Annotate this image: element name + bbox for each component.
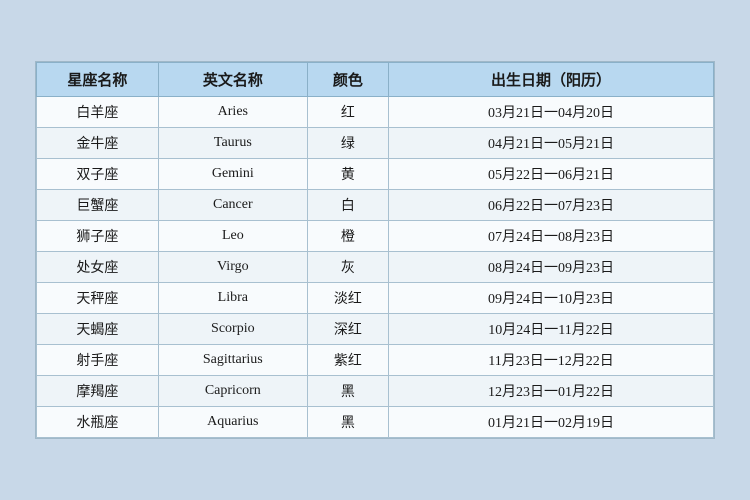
cell-color: 淡红 (307, 283, 388, 314)
table-row: 巨蟹座Cancer白06月22日一07月23日 (37, 190, 714, 221)
cell-chinese: 射手座 (37, 345, 159, 376)
cell-english: Aries (158, 97, 307, 128)
cell-chinese: 天秤座 (37, 283, 159, 314)
cell-date: 09月24日一10月23日 (389, 283, 714, 314)
header-chinese: 星座名称 (37, 63, 159, 97)
cell-color: 橙 (307, 221, 388, 252)
cell-english: Capricorn (158, 376, 307, 407)
cell-color: 红 (307, 97, 388, 128)
cell-date: 12月23日一01月22日 (389, 376, 714, 407)
table-row: 水瓶座Aquarius黑01月21日一02月19日 (37, 407, 714, 438)
cell-chinese: 水瓶座 (37, 407, 159, 438)
cell-english: Cancer (158, 190, 307, 221)
cell-chinese: 处女座 (37, 252, 159, 283)
cell-color: 黑 (307, 407, 388, 438)
cell-color: 紫红 (307, 345, 388, 376)
header-english: 英文名称 (158, 63, 307, 97)
cell-color: 绿 (307, 128, 388, 159)
table-row: 天蝎座Scorpio深红10月24日一11月22日 (37, 314, 714, 345)
table-row: 白羊座Aries红03月21日一04月20日 (37, 97, 714, 128)
table-row: 射手座Sagittarius紫红11月23日一12月22日 (37, 345, 714, 376)
cell-english: Leo (158, 221, 307, 252)
cell-date: 03月21日一04月20日 (389, 97, 714, 128)
zodiac-table-container: 星座名称 英文名称 颜色 出生日期（阳历） 白羊座Aries红03月21日一04… (35, 61, 715, 439)
cell-date: 04月21日一05月21日 (389, 128, 714, 159)
header-date: 出生日期（阳历） (389, 63, 714, 97)
cell-color: 黄 (307, 159, 388, 190)
cell-english: Aquarius (158, 407, 307, 438)
cell-date: 08月24日一09月23日 (389, 252, 714, 283)
cell-date: 11月23日一12月22日 (389, 345, 714, 376)
cell-chinese: 白羊座 (37, 97, 159, 128)
table-row: 狮子座Leo橙07月24日一08月23日 (37, 221, 714, 252)
cell-english: Gemini (158, 159, 307, 190)
cell-english: Libra (158, 283, 307, 314)
cell-date: 01月21日一02月19日 (389, 407, 714, 438)
zodiac-table: 星座名称 英文名称 颜色 出生日期（阳历） 白羊座Aries红03月21日一04… (36, 62, 714, 438)
cell-color: 灰 (307, 252, 388, 283)
cell-color: 深红 (307, 314, 388, 345)
cell-date: 10月24日一11月22日 (389, 314, 714, 345)
table-row: 处女座Virgo灰08月24日一09月23日 (37, 252, 714, 283)
table-row: 摩羯座Capricorn黑12月23日一01月22日 (37, 376, 714, 407)
cell-english: Sagittarius (158, 345, 307, 376)
cell-english: Scorpio (158, 314, 307, 345)
table-row: 双子座Gemini黄05月22日一06月21日 (37, 159, 714, 190)
cell-english: Taurus (158, 128, 307, 159)
cell-color: 黑 (307, 376, 388, 407)
cell-chinese: 巨蟹座 (37, 190, 159, 221)
table-body: 白羊座Aries红03月21日一04月20日金牛座Taurus绿04月21日一0… (37, 97, 714, 438)
cell-chinese: 摩羯座 (37, 376, 159, 407)
cell-date: 06月22日一07月23日 (389, 190, 714, 221)
cell-english: Virgo (158, 252, 307, 283)
header-color: 颜色 (307, 63, 388, 97)
table-header-row: 星座名称 英文名称 颜色 出生日期（阳历） (37, 63, 714, 97)
cell-chinese: 天蝎座 (37, 314, 159, 345)
cell-chinese: 金牛座 (37, 128, 159, 159)
cell-date: 07月24日一08月23日 (389, 221, 714, 252)
cell-color: 白 (307, 190, 388, 221)
table-row: 金牛座Taurus绿04月21日一05月21日 (37, 128, 714, 159)
cell-chinese: 双子座 (37, 159, 159, 190)
cell-date: 05月22日一06月21日 (389, 159, 714, 190)
table-row: 天秤座Libra淡红09月24日一10月23日 (37, 283, 714, 314)
cell-chinese: 狮子座 (37, 221, 159, 252)
